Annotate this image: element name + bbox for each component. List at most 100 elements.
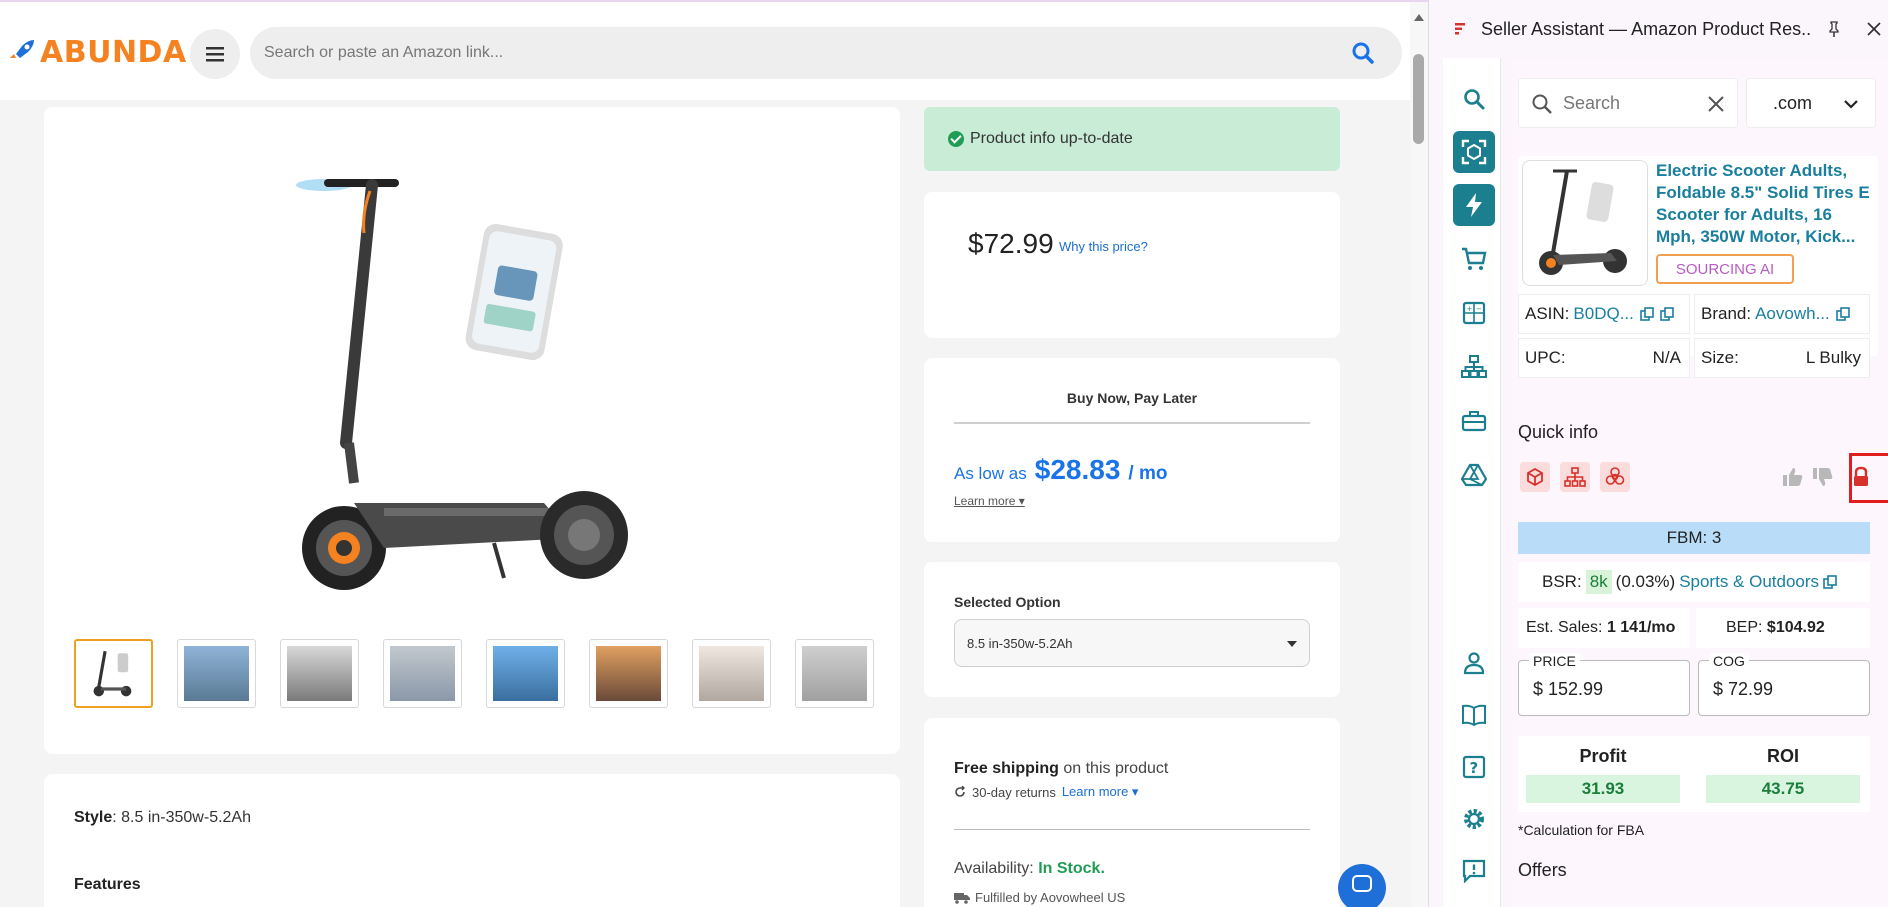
returns-learn-more-link[interactable]: Learn more ▾ xyxy=(1062,784,1139,800)
bnpl-learn-more-label: Learn more xyxy=(954,494,1016,508)
product-main-image[interactable] xyxy=(294,143,674,613)
price-input[interactable] xyxy=(1533,679,1673,700)
divider xyxy=(954,829,1310,830)
as-low-as-label: As low as xyxy=(954,464,1027,483)
style-label: Style xyxy=(74,809,113,826)
scroll-up-arrow-icon[interactable] xyxy=(1414,14,1424,21)
package-icon[interactable] xyxy=(1520,462,1550,492)
returns-learn-more-label: Learn more xyxy=(1061,784,1129,799)
profit-label: Profit xyxy=(1579,746,1627,766)
brand-label: Brand: xyxy=(1701,304,1752,323)
thumbnail-8[interactable] xyxy=(795,639,874,708)
copy-icon[interactable] xyxy=(1823,575,1837,589)
cog-input[interactable] xyxy=(1713,679,1853,700)
product-page: ABUNDA Search or paste an Amazon link...… xyxy=(0,0,1428,907)
features-heading: Features xyxy=(74,876,141,893)
calculator-icon: + − xyxy=(1462,301,1486,325)
status-text: Product info up-to-date xyxy=(970,130,1133,147)
rail-scan-button[interactable] xyxy=(1453,131,1495,173)
hierarchy-icon[interactable] xyxy=(1560,462,1590,492)
copy-icon[interactable] xyxy=(1660,307,1674,321)
close-icon[interactable] xyxy=(1865,20,1883,38)
product-thumbnail[interactable] xyxy=(1522,160,1648,286)
panel-search-input[interactable] xyxy=(1563,79,1693,127)
rail-account-button[interactable] xyxy=(1453,642,1495,684)
rail-calculator-button[interactable]: + − xyxy=(1453,292,1495,334)
thumbs-down-icon[interactable] xyxy=(1808,462,1838,492)
pin-icon[interactable] xyxy=(1825,20,1843,38)
availability-value: In Stock. xyxy=(1038,860,1105,877)
copy-icon[interactable] xyxy=(1835,307,1850,321)
lock-highlight-box xyxy=(1849,453,1888,503)
thumbnail-3[interactable] xyxy=(280,639,359,708)
thumbnail-2[interactable] xyxy=(177,639,256,708)
rail-cart-button[interactable] xyxy=(1453,238,1495,280)
rail-settings-button[interactable] xyxy=(1453,798,1495,840)
sourcing-ai-button[interactable]: SOURCING AI xyxy=(1656,254,1794,284)
svg-text:?: ? xyxy=(1470,759,1479,777)
option-select-value: 8.5 in-350w-5.2Ah xyxy=(967,635,1073,651)
dropdown-caret-icon xyxy=(1287,641,1297,647)
chat-widget-button[interactable] xyxy=(1338,864,1386,907)
rail-lightning-button[interactable] xyxy=(1453,184,1495,226)
brand-field: Brand: Aovowh... xyxy=(1694,294,1870,334)
thumbnail-5[interactable] xyxy=(486,639,565,708)
availability-label: Availability: xyxy=(954,860,1034,877)
svg-text:+: + xyxy=(1467,305,1473,313)
thumbnail-4[interactable] xyxy=(383,639,462,708)
clear-icon[interactable] xyxy=(1707,95,1725,113)
bsr-category-link[interactable]: Sports & Outdoors xyxy=(1679,572,1819,592)
bsr-rank: 8k xyxy=(1585,570,1612,594)
roi-label: ROI xyxy=(1766,746,1799,766)
offers-title: Offers xyxy=(1518,860,1567,880)
page-scrollbar[interactable] xyxy=(1410,2,1428,907)
marketplace-select[interactable]: .com xyxy=(1746,78,1876,128)
asin-brand-row: ASIN: B0DQ... Brand: Aovowh... xyxy=(1518,294,1878,334)
asin-value[interactable]: B0DQ... xyxy=(1573,304,1633,324)
est-sales-field: Est. Sales: 1 141/mo xyxy=(1518,608,1690,648)
product-status-banner: Product info up-to-date xyxy=(924,107,1340,171)
why-this-price-link[interactable]: Why this price? xyxy=(1059,239,1148,254)
marketplace-value: .com xyxy=(1773,92,1813,113)
product-title-link[interactable]: Electric Scooter Adults, Foldable 8.5" S… xyxy=(1656,160,1874,248)
site-search-input[interactable] xyxy=(264,27,1324,79)
cart-icon xyxy=(1462,247,1487,270)
rail-drive-button[interactable] xyxy=(1453,454,1495,496)
bnpl-amount: $28.83 xyxy=(1034,454,1121,485)
bnpl-learn-more-link[interactable]: Learn more ▾ xyxy=(954,494,1025,508)
thumbs-up-icon[interactable] xyxy=(1778,462,1808,492)
product-summary-card: Electric Scooter Adults, Foldable 8.5" S… xyxy=(1518,156,1878,378)
menu-button[interactable] xyxy=(190,29,240,79)
thumbnail-7[interactable] xyxy=(692,639,771,708)
scroll-thumb[interactable] xyxy=(1413,54,1424,144)
thumbnail-1[interactable] xyxy=(74,639,153,708)
bnpl-per-month: / mo xyxy=(1128,463,1168,484)
tool-rail: + − ? xyxy=(1443,58,1501,907)
check-circle-icon xyxy=(948,131,964,147)
svg-text:−: − xyxy=(1476,305,1482,313)
rail-hierarchy-button[interactable] xyxy=(1453,346,1495,388)
price-card: $72.99 Why this price? xyxy=(924,192,1340,338)
panel-title: Seller Assistant — Amazon Product Res... xyxy=(1481,19,1811,39)
rail-search-button[interactable] xyxy=(1453,78,1495,120)
rail-help-button[interactable]: ? xyxy=(1453,746,1495,788)
rail-toolbox-button[interactable] xyxy=(1453,400,1495,442)
product-gallery xyxy=(44,107,900,754)
style-value: : 8.5 in-350w-5.2Ah xyxy=(112,809,251,826)
extension-logo-icon xyxy=(1455,23,1465,35)
copy-icon[interactable] xyxy=(1640,307,1654,321)
abunda-logo[interactable]: ABUNDA xyxy=(8,34,187,70)
profit-roi-card: Profit 31.93 ROI 43.75 xyxy=(1518,736,1870,812)
rail-feedback-button[interactable] xyxy=(1453,850,1495,892)
option-select[interactable]: 8.5 in-350w-5.2Ah xyxy=(954,619,1310,667)
brand-value[interactable]: Aovowh... xyxy=(1755,304,1830,324)
thumbnail-6[interactable] xyxy=(589,639,668,708)
biohazard-icon[interactable] xyxy=(1600,462,1630,492)
site-header: ABUNDA xyxy=(0,2,1410,100)
est-sales-label: Est. Sales: xyxy=(1526,619,1603,636)
free-shipping-label: Free shipping xyxy=(954,760,1059,777)
bep-label: BEP: xyxy=(1726,619,1763,636)
rail-guide-button[interactable] xyxy=(1453,694,1495,736)
search-icon[interactable] xyxy=(1350,40,1376,66)
scan-icon xyxy=(1461,139,1487,165)
